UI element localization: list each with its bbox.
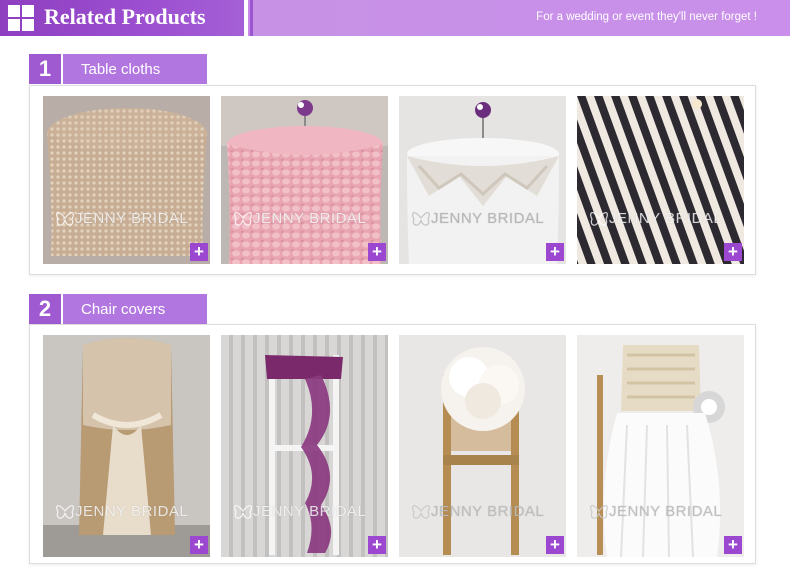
watermark-text: JENNY BRIDAL	[609, 210, 723, 227]
watermark-text: JENNY BRIDAL	[431, 503, 545, 520]
section-header-table-cloths: 1 Table cloths	[29, 54, 207, 84]
watermark-text: JENNY BRIDAL	[75, 210, 189, 227]
watermark: JENNY BRIDAL	[55, 204, 205, 232]
product-image	[221, 96, 388, 264]
watermark: JENNY BRIDAL	[411, 204, 561, 232]
product-image	[399, 96, 566, 264]
product-chair-cover-4[interactable]: JENNY BRIDAL +	[577, 335, 744, 557]
page-title: Related Products	[44, 4, 206, 29]
product-table-cloth-4[interactable]: JENNY BRIDAL +	[577, 96, 744, 264]
chair-covers-panel: JENNY BRIDAL + JENNY BRIDAL + JENNY BRID…	[29, 324, 756, 564]
table-cloths-panel: JENNY BRIDAL + JENNY BRIDAL + JENNY BRID…	[29, 85, 756, 275]
header-banner: Related Products For a wedding or event …	[0, 0, 790, 36]
product-chair-cover-2[interactable]: JENNY BRIDAL +	[221, 335, 388, 557]
product-chair-cover-3[interactable]: JENNY BRIDAL +	[399, 335, 566, 557]
add-plus-icon[interactable]: +	[724, 536, 742, 554]
header-divider	[244, 0, 248, 36]
section-number: 1	[29, 54, 61, 84]
butterfly-logo-icon	[56, 212, 74, 226]
add-plus-icon[interactable]: +	[190, 243, 208, 261]
butterfly-logo-icon	[56, 505, 74, 519]
butterfly-logo-icon	[590, 505, 608, 519]
butterfly-logo-icon	[234, 505, 252, 519]
watermark: JENNY BRIDAL	[233, 497, 383, 525]
add-plus-icon[interactable]: +	[546, 536, 564, 554]
watermark: JENNY BRIDAL	[589, 204, 739, 232]
butterfly-logo-icon	[412, 212, 430, 226]
product-table-cloth-3[interactable]: JENNY BRIDAL +	[399, 96, 566, 264]
section-label: Chair covers	[81, 301, 166, 318]
add-plus-icon[interactable]: +	[190, 536, 208, 554]
watermark-text: JENNY BRIDAL	[431, 210, 545, 227]
watermark: JENNY BRIDAL	[55, 497, 205, 525]
grid-icon	[8, 5, 34, 31]
header-tagline: For a wedding or event they'll never for…	[536, 11, 757, 23]
product-image	[43, 96, 210, 264]
watermark-text: JENNY BRIDAL	[253, 503, 367, 520]
watermark: JENNY BRIDAL	[233, 204, 383, 232]
watermark-text: JENNY BRIDAL	[609, 503, 723, 520]
section-number: 2	[29, 294, 61, 324]
add-plus-icon[interactable]: +	[368, 536, 386, 554]
product-table-cloth-1[interactable]: JENNY BRIDAL +	[43, 96, 210, 264]
watermark: JENNY BRIDAL	[589, 497, 739, 525]
watermark: JENNY BRIDAL	[411, 497, 561, 525]
section-label: Table cloths	[81, 61, 161, 78]
product-chair-cover-1[interactable]: JENNY BRIDAL +	[43, 335, 210, 557]
section-header-chair-covers: 2 Chair covers	[29, 294, 207, 324]
butterfly-logo-icon	[412, 505, 430, 519]
watermark-text: JENNY BRIDAL	[253, 210, 367, 227]
add-plus-icon[interactable]: +	[546, 243, 564, 261]
butterfly-logo-icon	[234, 212, 252, 226]
watermark-text: JENNY BRIDAL	[75, 503, 189, 520]
add-plus-icon[interactable]: +	[724, 243, 742, 261]
product-image	[577, 96, 744, 264]
product-table-cloth-2[interactable]: JENNY BRIDAL +	[221, 96, 388, 264]
butterfly-logo-icon	[590, 212, 608, 226]
add-plus-icon[interactable]: +	[368, 243, 386, 261]
